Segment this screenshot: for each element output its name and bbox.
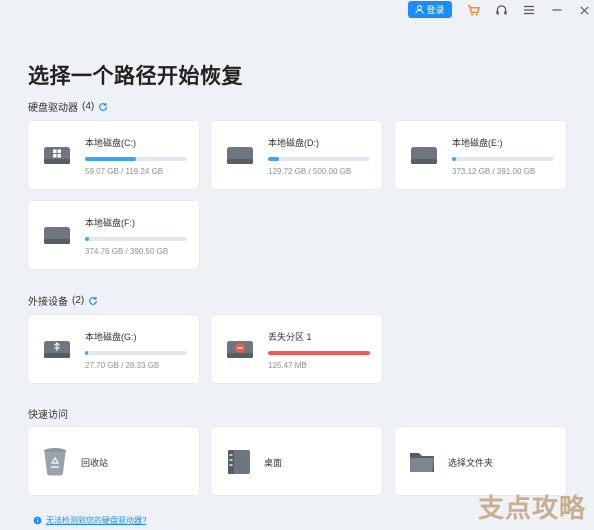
desktop-icon (228, 450, 250, 474)
lost-partition-icon (227, 341, 253, 358)
external-devices-count: (2) (72, 295, 85, 306)
drive-size: 59.07 GB / 119.24 GB (85, 167, 164, 176)
login-label: 登录 (426, 5, 445, 15)
footer-link-text: 无法检测到您的硬盘驱动器? (46, 516, 147, 525)
external-devices-header: 外接设备 (2) (28, 293, 98, 308)
minimize-icon[interactable] (550, 3, 564, 17)
quick-label: 选择文件夹 (448, 458, 494, 468)
login-button[interactable]: 登录 (408, 1, 452, 18)
drive-size: 125.47 MB (268, 361, 307, 370)
user-icon (415, 5, 425, 14)
quick-access-header: 快速访问 (28, 406, 68, 421)
usage-bar (85, 351, 187, 355)
usage-bar (85, 157, 187, 161)
usage-bar (268, 351, 370, 355)
recycle-bin-card[interactable]: 回收站 (28, 427, 199, 495)
drive-card-d[interactable]: 本地磁盘(D:) 129.72 GB / 500.00 GB (211, 121, 382, 189)
drive-size: 374.76 GB / 390.50 GB (85, 247, 169, 256)
drive-size: 129.72 GB / 500.00 GB (268, 167, 352, 176)
usage-bar (268, 157, 370, 161)
windows-drive-icon (44, 147, 70, 164)
support-headset-icon[interactable] (494, 3, 508, 17)
usb-drive-icon (44, 341, 70, 358)
drive-name: 本地磁盘(D:) (268, 138, 319, 148)
drive-icon (411, 147, 437, 164)
drive-size: 373.12 GB / 391.00 GB (452, 167, 536, 176)
drive-card-f[interactable]: 本地磁盘(F:) 374.76 GB / 390.50 GB (28, 201, 199, 269)
cannot-detect-drive-link[interactable]: 无法检测到您的硬盘驱动器? (33, 515, 146, 526)
drive-name: 本地磁盘(G:) (85, 332, 137, 342)
usage-bar (85, 237, 187, 241)
drive-icon (44, 227, 70, 244)
quick-access-label: 快速访问 (28, 410, 68, 421)
watermark: 支点攻略 (478, 493, 587, 523)
drive-name: 本地磁盘(C:) (85, 138, 136, 148)
folder-icon (410, 453, 434, 472)
recycle-bin-icon (44, 448, 66, 476)
desktop-card[interactable]: 桌面 (211, 427, 382, 495)
hard-drives-label: 硬盘驱动器 (28, 103, 78, 114)
drive-card-e[interactable]: 本地磁盘(E:) 373.12 GB / 391.00 GB (395, 121, 566, 189)
drive-size: 27.70 GB / 28.33 GB (85, 361, 160, 370)
menu-icon[interactable] (522, 3, 536, 17)
drive-card-g[interactable]: 本地磁盘(G:) 27.70 GB / 28.33 GB (28, 315, 199, 383)
quick-label: 回收站 (81, 458, 109, 468)
title-bar: 登录 (0, 0, 594, 22)
quick-label: 桌面 (264, 458, 283, 468)
drive-name: 本地磁盘(E:) (452, 138, 503, 148)
drive-name: 丢失分区 1 (268, 332, 312, 342)
page-title: 选择一个路径开始恢复 (28, 65, 243, 88)
drive-name: 本地磁盘(F:) (85, 218, 135, 228)
hard-drives-count: (4) (82, 101, 95, 112)
refresh-icon[interactable] (98, 102, 108, 112)
refresh-icon[interactable] (88, 296, 98, 306)
select-folder-card[interactable]: 选择文件夹 (395, 427, 566, 495)
drive-card-c[interactable]: 本地磁盘(C:) 59.07 GB / 119.24 GB (28, 121, 199, 189)
lost-partition-card[interactable]: 丢失分区 1 125.47 MB (211, 315, 382, 383)
close-icon[interactable] (577, 3, 591, 17)
hard-drives-header: 硬盘驱动器 (4) (28, 99, 108, 114)
drive-icon (227, 147, 253, 164)
usage-bar (452, 157, 554, 161)
help-icon (33, 516, 42, 525)
external-devices-label: 外接设备 (28, 297, 68, 308)
cart-icon[interactable] (466, 3, 480, 17)
